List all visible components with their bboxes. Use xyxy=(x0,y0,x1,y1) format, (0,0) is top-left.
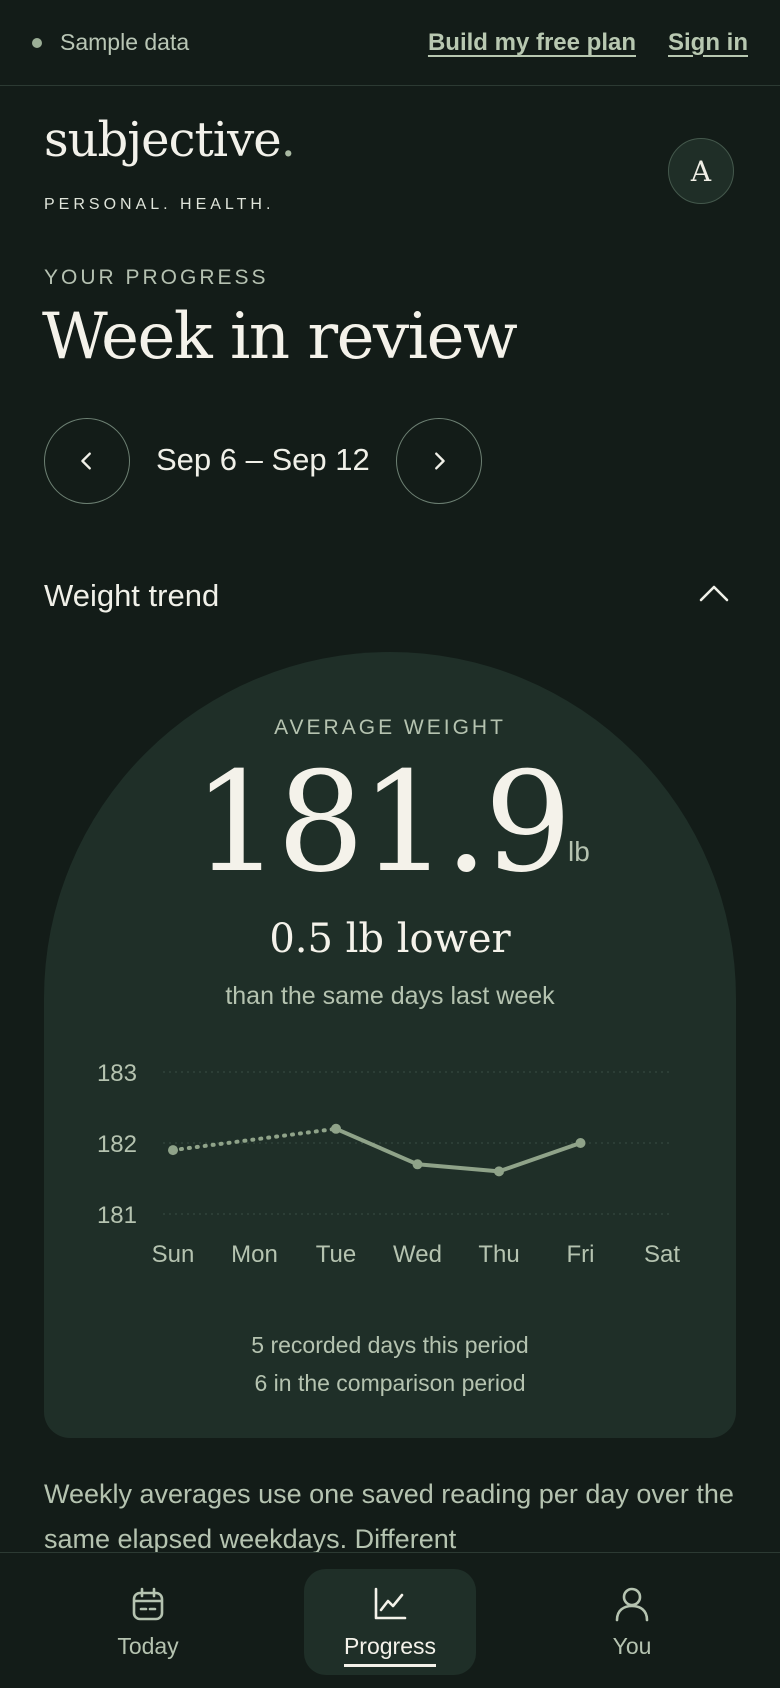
chart-icon xyxy=(374,1587,407,1620)
x-tick-label: Fri xyxy=(567,1241,595,1268)
tab-progress-label: Progress xyxy=(343,1633,437,1667)
average-weight-label: AVERAGE WEIGHT xyxy=(274,716,506,739)
brand-tagline: PERSONAL. HEALTH. xyxy=(44,196,275,213)
weight-trend-heading: Weight trend xyxy=(44,578,220,613)
x-tick-label: Tue xyxy=(316,1241,356,1268)
data-point xyxy=(168,1145,178,1156)
top-bar: Sample data Build my free plan Sign in xyxy=(0,0,780,86)
chevron-up-icon[interactable] xyxy=(696,578,732,608)
sample-data-indicator: Sample data xyxy=(32,29,189,56)
x-tick-label: Sat xyxy=(644,1241,680,1268)
avatar[interactable]: A xyxy=(668,138,734,204)
calendar-icon xyxy=(132,1587,164,1621)
top-links: Build my free plan Sign in xyxy=(428,29,748,57)
series-segment xyxy=(415,1162,501,1174)
comparison-days-note: 6 in the comparison period xyxy=(254,1370,526,1396)
data-point xyxy=(494,1166,504,1177)
data-point xyxy=(575,1138,586,1148)
page-title: Week in review xyxy=(42,300,518,374)
chevron-right-icon xyxy=(435,452,445,470)
next-week-button[interactable] xyxy=(396,418,482,504)
data-point xyxy=(331,1123,341,1134)
previous-week-button[interactable] xyxy=(44,418,130,504)
brand-period: . xyxy=(280,112,296,168)
tab-you-label: You xyxy=(612,1633,652,1659)
y-tick-label: 181 xyxy=(97,1202,137,1229)
brand-logo[interactable]: subjective. xyxy=(44,112,296,168)
y-tick-label: 183 xyxy=(97,1060,137,1087)
weight-delta-subtitle: than the same days last week xyxy=(225,982,555,1010)
x-tick-label: Thu xyxy=(478,1241,519,1268)
x-tick-label: Wed xyxy=(393,1241,442,1268)
weight-trend-card: AVERAGE WEIGHT 181.9 lb 0.5 lb lower tha… xyxy=(44,652,736,1438)
brand-name: subjective xyxy=(44,112,282,168)
tab-today-label: Today xyxy=(117,1633,179,1659)
status-dot-icon xyxy=(32,37,42,48)
weight-delta: 0.5 lb lower xyxy=(269,916,511,962)
sample-data-label: Sample data xyxy=(60,29,190,55)
interpolated-segment xyxy=(171,1126,338,1153)
series-segment xyxy=(497,1141,583,1174)
recorded-days-note: 5 recorded days this period xyxy=(251,1332,529,1358)
date-range: Sep 6 – Sep 12 xyxy=(156,442,370,477)
average-weight-value: 181.9 xyxy=(193,742,572,903)
weight-unit: lb xyxy=(568,836,590,867)
chevron-left-icon xyxy=(81,452,91,470)
tab-progress[interactable]: Progress xyxy=(304,1569,476,1675)
x-tick-label: Sun xyxy=(152,1241,195,1268)
data-point xyxy=(412,1159,423,1170)
sign-in-link[interactable]: Sign in xyxy=(668,29,748,57)
weight-trend-chart: 183 182 181 Sun Mon Tue Wed Thu Fri Sat xyxy=(97,1060,680,1268)
user-icon xyxy=(615,1587,649,1622)
y-tick-label: 182 xyxy=(97,1131,137,1158)
x-tick-label: Mon xyxy=(231,1241,278,1268)
bottom-navigation: Today Progress You xyxy=(0,1552,780,1688)
tab-today[interactable]: Today xyxy=(62,1569,234,1675)
series-segment xyxy=(334,1126,420,1167)
page-eyebrow: YOUR PROGRESS xyxy=(44,266,269,289)
tab-you[interactable]: You xyxy=(546,1569,718,1675)
averages-footnote: Weekly averages use one saved reading pe… xyxy=(44,1479,734,1554)
build-plan-link[interactable]: Build my free plan xyxy=(428,29,636,57)
